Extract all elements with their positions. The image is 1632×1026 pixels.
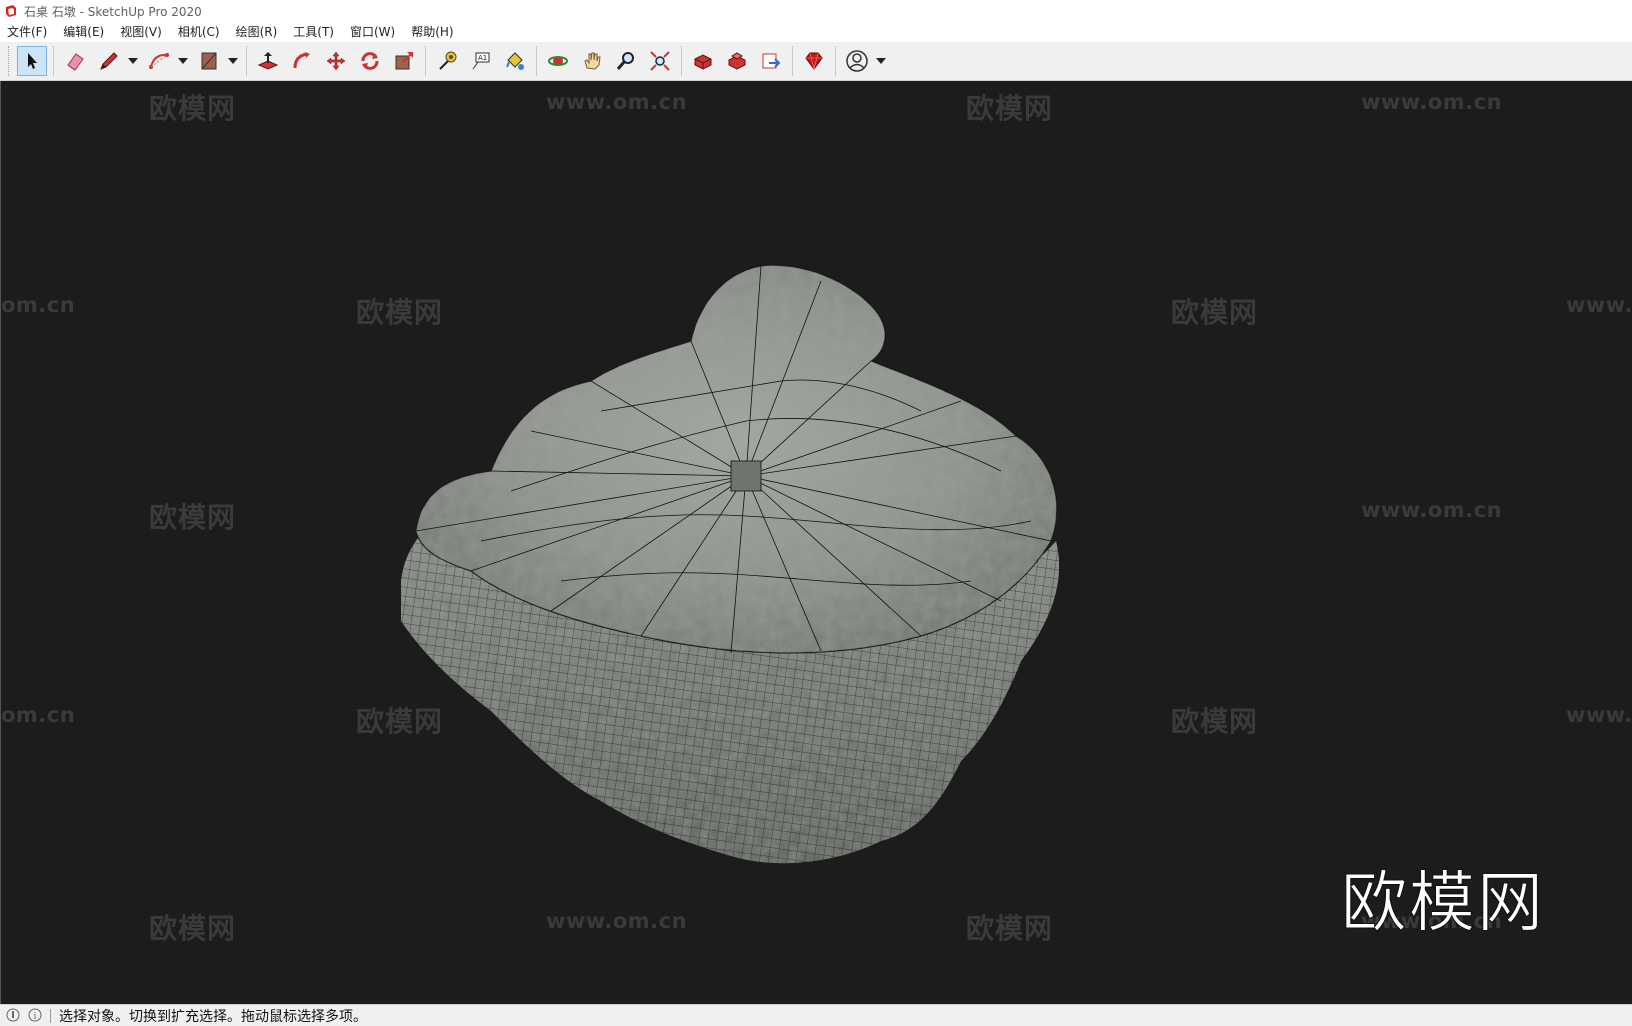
layout-button[interactable] [756,46,786,76]
zoom-icon [616,52,634,70]
toolbar-separator [536,46,537,76]
move-tool-button[interactable] [321,46,351,76]
menu-file[interactable]: 文件(F) [0,22,55,42]
arc-tool-button[interactable] [144,46,174,76]
rectangle-dropdown[interactable] [226,46,240,76]
window-title: 石桌 石墩 - SketchUp Pro 2020 [24,4,202,19]
watermark-brand: 欧模网 [149,912,237,945]
3d-warehouse-button[interactable] [688,46,718,76]
status-bar: i 选择对象。切换到扩充选择。拖动鼠标选择多项。 [0,1004,1632,1026]
watermark-url-partial: om.cn [1,703,76,727]
ruby-console-button[interactable] [799,46,829,76]
watermark-brand: 欧模网 [966,912,1054,945]
tape-measure-icon [439,51,457,70]
watermark-brand: 欧模网 [1171,705,1259,738]
select-icon [28,53,37,69]
text-tool-button[interactable]: A1 [466,46,496,76]
toolbar-separator [425,46,426,76]
stone-stool-model[interactable] [401,241,1121,881]
model-viewport[interactable]: 欧模网 www.om.cn 欧模网 www.om.cn om.cn 欧模网 欧模… [0,81,1632,1004]
toolbar-grip[interactable] [8,46,12,76]
watermark-url-partial: om.cn [1,293,76,317]
menu-view[interactable]: 视图(V) [112,22,170,42]
account-button[interactable] [842,46,872,76]
zoom-extents-icon [650,51,670,71]
eraser-icon [67,53,84,71]
stone-top-texture [416,265,1057,653]
menu-window[interactable]: 窗口(W) [342,22,403,42]
paint-bucket-icon [506,52,524,70]
extension-warehouse-icon [728,52,746,70]
account-icon [846,50,868,72]
select-tool-button[interactable] [17,46,47,76]
zoom-tool-button[interactable] [611,46,641,76]
orbit-icon [548,56,568,66]
menu-help[interactable]: 帮助(H) [403,22,461,42]
watermark-brand: 欧模网 [149,92,237,125]
menu-camera[interactable]: 相机(C) [170,22,228,42]
status-hint: 选择对象。切换到扩充选择。拖动鼠标选择多项。 [59,1008,367,1025]
zoom-extents-tool-button[interactable] [645,46,675,76]
follow-me-tool-button[interactable] [287,46,317,76]
arc-dropdown[interactable] [176,46,190,76]
watermark-brand: 欧模网 [1171,296,1259,329]
rotate-icon [361,52,379,70]
info-icon[interactable]: i [28,1008,44,1024]
geo-location-icon[interactable] [6,1008,22,1024]
arc-icon [149,53,169,69]
move-icon [326,51,346,71]
toolbar-separator [246,46,247,76]
watermark-url: www.om.cn [1361,90,1503,114]
extension-warehouse-button[interactable] [722,46,752,76]
watermark-url: www.om.cn [546,90,688,114]
toolbar-separator [792,46,793,76]
svg-text:i: i [34,1012,37,1022]
pencil-icon [100,52,118,70]
scale-icon [395,52,413,70]
toolbar-separator [681,46,682,76]
push-pull-icon [257,52,279,70]
watermark-url-partial: www. [1566,703,1632,727]
menu-draw[interactable]: 绘图(R) [228,22,286,42]
status-divider [50,1008,51,1023]
sketchup-logo-icon [4,4,18,18]
pan-icon [584,52,601,70]
follow-me-icon [293,52,310,69]
paint-bucket-tool-button[interactable] [500,46,530,76]
3d-warehouse-icon [694,54,712,70]
title-bar: 石桌 石墩 - SketchUp Pro 2020 [0,0,1632,22]
main-toolbar: A1 [0,42,1632,81]
toolbar-separator [53,46,54,76]
menu-bar: 文件(F) 编辑(E) 视图(V) 相机(C) 绘图(R) 工具(T) 窗口(W… [0,22,1632,42]
tape-measure-tool-button[interactable] [432,46,462,76]
scale-tool-button[interactable] [389,46,419,76]
orbit-tool-button[interactable] [543,46,573,76]
text-icon: A1 [472,52,490,70]
rectangle-icon [201,52,217,70]
ruby-icon [805,52,823,70]
pan-tool-button[interactable] [577,46,607,76]
rotate-tool-button[interactable] [355,46,385,76]
watermark-big-brand: 欧模网 [1341,864,1545,942]
eraser-tool-button[interactable] [60,46,90,76]
watermark-url: www.om.cn [546,909,688,933]
watermark-brand: 欧模网 [966,92,1054,125]
toolbar-separator [835,46,836,76]
menu-tools[interactable]: 工具(T) [285,22,342,42]
layout-icon [762,53,781,69]
svg-text:A1: A1 [478,54,487,62]
push-pull-tool-button[interactable] [253,46,283,76]
watermark-brand: 欧模网 [149,501,237,534]
rectangle-tool-button[interactable] [194,46,224,76]
watermark-url-partial: www. [1566,293,1632,317]
account-dropdown[interactable] [874,46,888,76]
pencil-dropdown[interactable] [126,46,140,76]
pencil-tool-button[interactable] [94,46,124,76]
watermark-url: www.om.cn [1361,498,1503,522]
menu-edit[interactable]: 编辑(E) [55,22,112,42]
